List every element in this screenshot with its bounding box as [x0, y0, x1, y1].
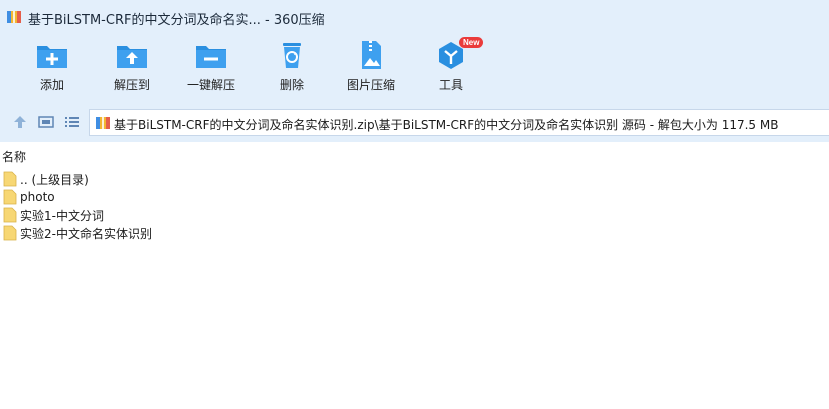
window-title: 基于BiLSTM-CRF的中文分词及命名实... - 360压缩 [28, 13, 325, 28]
path-field[interactable]: 基于BiLSTM-CRF的中文分词及命名实体识别.zip\基于BiLSTM-CR… [89, 109, 829, 136]
folder-icon [3, 171, 17, 187]
list-view-icon[interactable] [64, 114, 80, 130]
list-item-parent-dir[interactable]: .. (上级目录) [3, 170, 152, 188]
recycle-bin-icon [283, 43, 301, 68]
image-compress-label: 图片压缩 [346, 78, 395, 92]
folder-icon [3, 225, 17, 241]
list-item-label: .. (上级目录) [20, 172, 89, 187]
image-zip-icon [362, 41, 381, 69]
name-column-header[interactable]: 名称 [2, 148, 26, 165]
list-item-experiment-2[interactable]: 实验2-中文命名实体识别 [3, 224, 152, 242]
delete-label: 删除 [279, 78, 304, 92]
tools-button[interactable]: New 工具 [416, 37, 486, 100]
detail-view-icon[interactable] [38, 114, 54, 130]
list-item-label: 实验1-中文分词 [20, 208, 104, 223]
list-item-label: 实验2-中文命名实体识别 [20, 226, 152, 241]
tools-label: 工具 [438, 78, 463, 92]
extract-to-button[interactable]: 解压到 [97, 40, 167, 100]
title-bar: 基于BiLSTM-CRF的中文分词及命名实... - 360压缩 [0, 0, 829, 34]
delete-button[interactable]: 删除 [257, 40, 327, 100]
list-item-experiment-1[interactable]: 实验1-中文分词 [3, 206, 152, 224]
archive-icon [7, 11, 21, 23]
file-list: .. (上级目录) photo 实验1-中文分词 实验2-中文命名实体识别 [3, 170, 152, 242]
add-label: 添加 [39, 78, 64, 92]
folder-icon [3, 207, 17, 223]
zip-archive-icon [96, 117, 110, 129]
address-bar: 基于BiLSTM-CRF的中文分词及命名实体识别.zip\基于BiLSTM-CR… [0, 102, 829, 142]
folder-plus-icon [37, 46, 67, 68]
new-badge: New [459, 37, 484, 48]
folder-up-arrow-icon [117, 46, 147, 68]
folder-icon [3, 189, 17, 205]
toolbar: 添加 解压到 一键解压 删除 图片压缩 New 工具 [0, 34, 829, 102]
quick-extract-label: 一键解压 [186, 78, 235, 92]
up-arrow-icon[interactable] [12, 114, 28, 130]
extract-to-label: 解压到 [113, 78, 150, 92]
list-item-label: photo [20, 190, 55, 204]
list-item-photo[interactable]: photo [3, 188, 152, 206]
image-compress-button[interactable]: 图片压缩 [336, 40, 406, 100]
folder-minus-icon [196, 46, 226, 68]
quick-extract-button[interactable]: 一键解压 [176, 40, 246, 100]
path-text: 基于BiLSTM-CRF的中文分词及命名实体识别.zip\基于BiLSTM-CR… [114, 118, 779, 132]
add-button[interactable]: 添加 [17, 40, 87, 100]
